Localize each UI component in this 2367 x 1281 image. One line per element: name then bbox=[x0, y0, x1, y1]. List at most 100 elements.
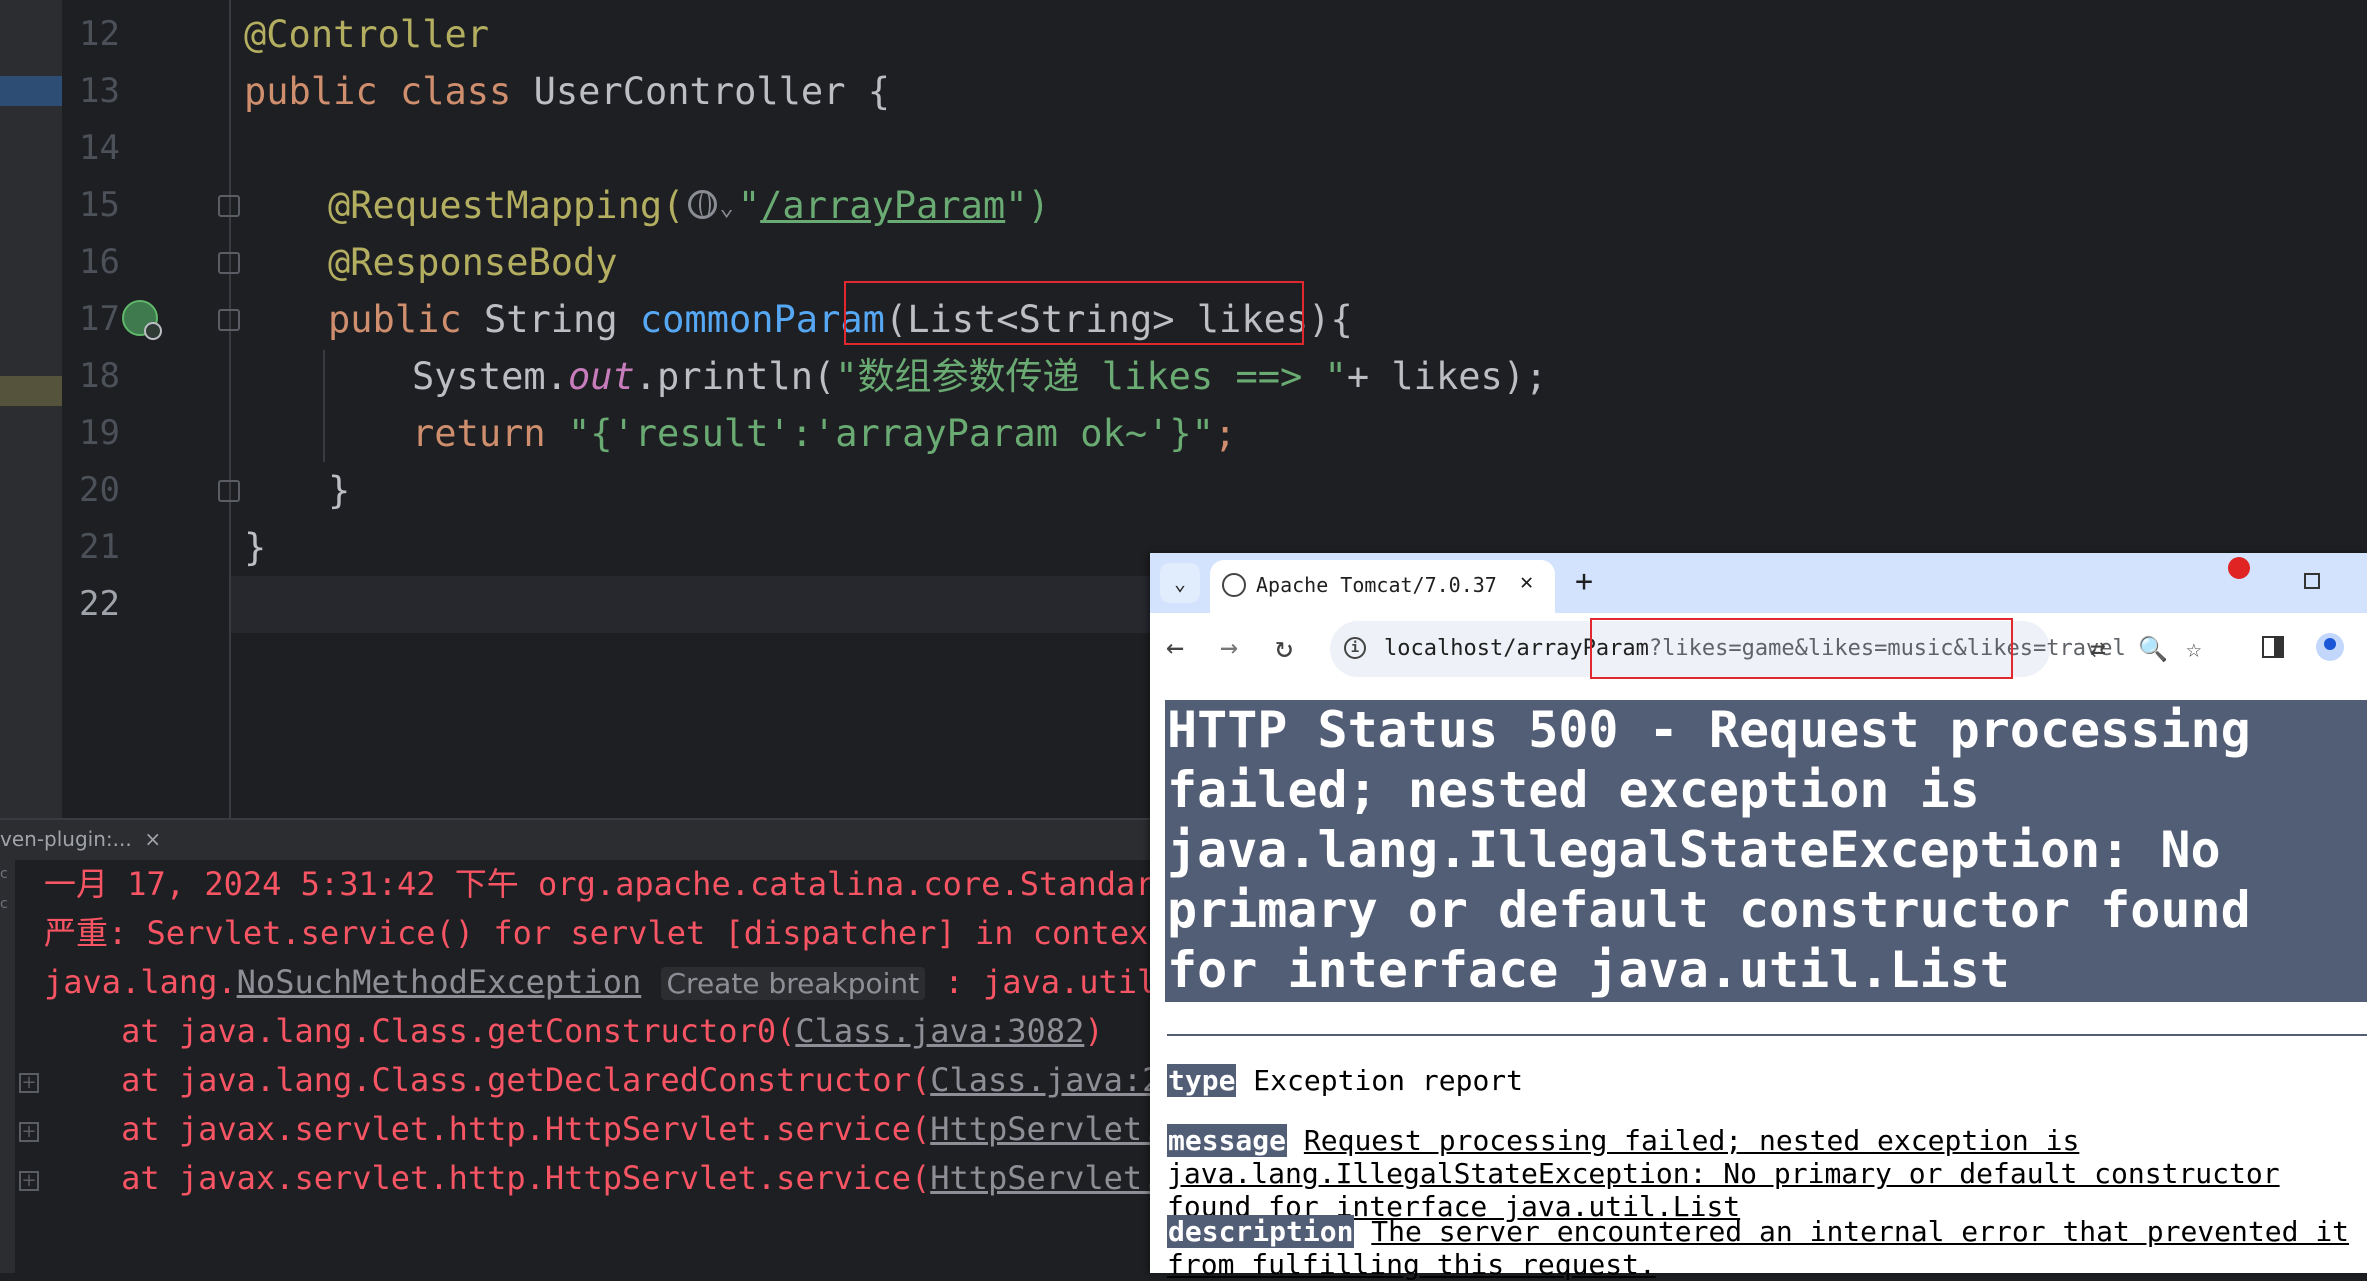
expand-icon[interactable]: + bbox=[19, 1122, 39, 1142]
line-number: 13 bbox=[79, 71, 120, 111]
line-number: 15 bbox=[79, 185, 120, 225]
line-number: 18 bbox=[79, 356, 120, 396]
description-label: description bbox=[1167, 1215, 1355, 1248]
fold-toggle-icon[interactable] bbox=[218, 309, 240, 331]
window-restore-button[interactable] bbox=[2304, 573, 2320, 589]
code-token: .println( bbox=[634, 355, 836, 398]
highlight-box-query bbox=[1590, 618, 2013, 679]
exception-link[interactable]: NoSuchMethodException bbox=[237, 963, 642, 1001]
line-number: 14 bbox=[79, 128, 120, 168]
new-tab-button[interactable]: + bbox=[1575, 566, 1593, 598]
stack-frame-link[interactable]: Class.java:3082 bbox=[795, 1012, 1084, 1050]
reload-button[interactable]: ↻ bbox=[1275, 628, 1293, 668]
code-token: + likes); bbox=[1346, 355, 1548, 398]
type-token: String bbox=[483, 298, 618, 341]
code-line-18: System.out.println("数组参数传递 likes ==> "+ … bbox=[412, 348, 1547, 405]
annotation-token: @RequestMapping( bbox=[328, 184, 685, 227]
keyword-token: public bbox=[328, 298, 462, 341]
code-line-13: public class UserController { bbox=[244, 63, 890, 120]
console-text: java.lang. bbox=[44, 963, 237, 1001]
bookmark-star-icon[interactable]: ☆ bbox=[2186, 632, 2202, 666]
code-line-12: @Controller bbox=[244, 6, 489, 63]
editor-left-strip bbox=[0, 0, 62, 818]
keyword-token: public bbox=[244, 70, 378, 113]
console-left-strip bbox=[0, 860, 15, 1273]
error-type-row: type Exception report bbox=[1167, 1064, 2362, 1097]
string-token: ") bbox=[1005, 184, 1050, 227]
console-line: at javax.servlet.http.HttpServlet.servic… bbox=[44, 1154, 1238, 1203]
console-tab[interactable]: ven-plugin:... × bbox=[0, 822, 161, 856]
close-icon[interactable]: × bbox=[144, 827, 161, 851]
type-value: Exception report bbox=[1253, 1064, 1524, 1097]
side-panel-icon[interactable] bbox=[2262, 636, 2284, 658]
fold-toggle-icon[interactable] bbox=[218, 195, 240, 217]
console-line: at java.lang.Class.getConstructor0(Class… bbox=[44, 1007, 1104, 1056]
chevron-down-icon[interactable]: ⌄ bbox=[719, 193, 733, 221]
forward-button[interactable]: → bbox=[1220, 628, 1238, 668]
expand-icon[interactable]: + bbox=[19, 1073, 39, 1093]
change-marker bbox=[0, 376, 62, 406]
type-label: type bbox=[1167, 1064, 1237, 1097]
console-text: ) bbox=[1084, 1012, 1104, 1050]
annotation-token: @Controller bbox=[244, 13, 490, 56]
line-number: 19 bbox=[79, 413, 120, 453]
tab-title: Apache Tomcat/7.0.37 - Error bbox=[1256, 573, 1506, 597]
error-message-row: message Request processing failed; neste… bbox=[1167, 1124, 2362, 1223]
console-text: at javax.servlet.http.HttpServlet.servic… bbox=[44, 1110, 931, 1148]
console-text: at java.lang.Class.getDeclaredConstructo… bbox=[44, 1061, 931, 1099]
message-label: message bbox=[1167, 1124, 1288, 1157]
back-button[interactable]: ← bbox=[1166, 628, 1184, 668]
console-tab-bar bbox=[0, 818, 1150, 860]
spring-bean-gutter-icon[interactable] bbox=[122, 300, 162, 340]
create-breakpoint-hint[interactable]: Create breakpoint bbox=[660, 967, 926, 1000]
line-number: 20 bbox=[79, 470, 120, 510]
console-text: at javax.servlet.http.HttpServlet.servic… bbox=[44, 1159, 931, 1197]
tab-search-dropdown[interactable]: ⌄ bbox=[1160, 563, 1200, 603]
console-line: 一月 17, 2024 5:31:42 下午 org.apache.catali… bbox=[44, 865, 1232, 903]
class-name-token: UserController { bbox=[533, 70, 891, 113]
zoom-icon[interactable]: 🔍 bbox=[2138, 632, 2168, 666]
code-line-20: } bbox=[328, 469, 351, 512]
fold-toggle-icon[interactable] bbox=[218, 480, 240, 502]
static-field-token: out bbox=[567, 355, 635, 398]
console-text: at java.lang.Class.getConstructor0( bbox=[44, 1012, 796, 1050]
line-number: 17 bbox=[79, 299, 120, 339]
annotation-token: @ResponseBody bbox=[328, 241, 618, 284]
indent-guide bbox=[323, 350, 325, 462]
endpoint-link[interactable]: /arrayParam bbox=[760, 184, 1005, 227]
code-line-15: @RequestMapping( ⌄ "/arrayParam") bbox=[328, 177, 1050, 236]
code-token: ; bbox=[1213, 412, 1237, 455]
site-info-icon[interactable]: i bbox=[1344, 637, 1366, 659]
message-value: Request processing failed; nested except… bbox=[1167, 1124, 2280, 1223]
console-marker: c bbox=[0, 896, 8, 912]
code-line-16: @ResponseBody bbox=[328, 234, 618, 291]
profile-avatar-icon[interactable] bbox=[2316, 633, 2344, 661]
keyword-token: return bbox=[412, 412, 546, 455]
translate-icon[interactable]: ⇄ bbox=[2090, 632, 2106, 666]
console-line: 严重: Servlet.service() for servlet [dispa… bbox=[44, 914, 1226, 952]
extension-badge-icon[interactable] bbox=[2228, 557, 2250, 579]
line-number: 12 bbox=[79, 14, 120, 54]
expand-icon[interactable]: + bbox=[19, 1171, 39, 1191]
highlight-box-params bbox=[844, 281, 1304, 345]
globe-icon bbox=[1222, 573, 1246, 597]
structure-marker bbox=[0, 76, 62, 106]
code-line-19: return "{'result':'arrayParam ok~'}"; bbox=[412, 405, 1236, 462]
console-line: at javax.servlet.http.HttpServlet.servic… bbox=[44, 1105, 1238, 1154]
close-icon[interactable]: ✕ bbox=[1520, 568, 1533, 598]
keyword-token: class bbox=[399, 70, 512, 113]
fold-toggle-icon[interactable] bbox=[218, 252, 240, 274]
string-token: " bbox=[737, 184, 761, 227]
console-tab-label: ven-plugin:... bbox=[0, 827, 132, 851]
line-number: 16 bbox=[79, 242, 120, 282]
code-line-21: } bbox=[244, 526, 267, 569]
code-token: System. bbox=[412, 355, 568, 398]
error-heading: HTTP Status 500 - Request processing fai… bbox=[1167, 701, 2251, 999]
error-description-row: description The server encountered an in… bbox=[1167, 1215, 2362, 1281]
divider bbox=[1167, 1034, 2367, 1036]
gutter-separator bbox=[229, 0, 231, 818]
globe-icon[interactable] bbox=[688, 190, 718, 219]
string-token: "数组参数传递 likes ==> " bbox=[835, 355, 1347, 398]
console-line: at java.lang.Class.getDeclaredConstructo… bbox=[44, 1056, 1238, 1105]
line-number: 21 bbox=[79, 527, 120, 567]
